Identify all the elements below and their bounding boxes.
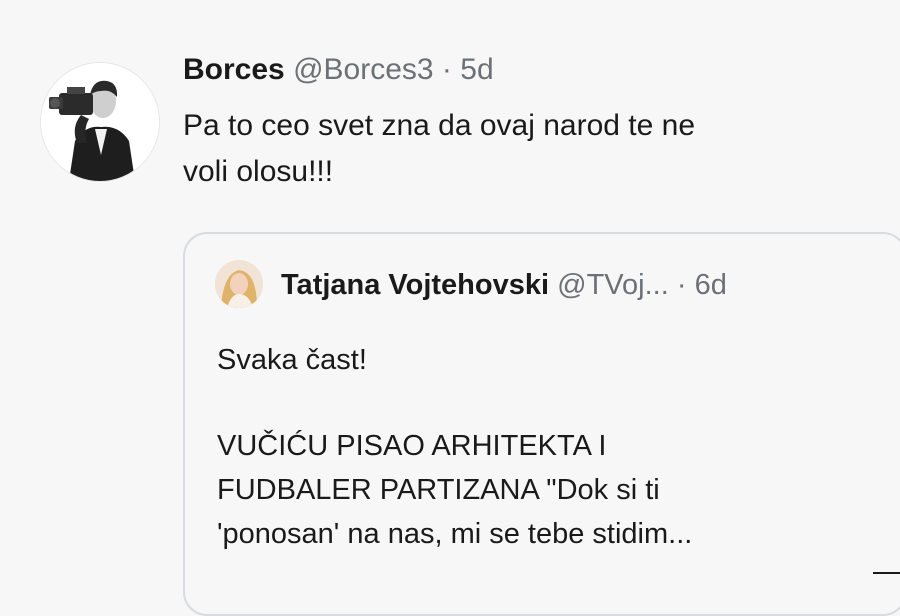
edge-divider (873, 572, 900, 574)
quoted-text-line: 'ponosan' na nas, mi se tebe stidim... (217, 518, 693, 550)
tweet[interactable]: Borces @Borces3 · 5d Pa to ceo svet zna … (0, 0, 900, 616)
quoted-text-line: FUDBALER PARTIZANA "Dok si ti (217, 474, 660, 506)
author-avatar[interactable] (40, 62, 160, 182)
quoted-greeting: Svaka čast! (217, 344, 367, 376)
quoted-tweet-header: Tatjana Vojtehovski @TVoj... · 6d (281, 266, 727, 304)
separator-dot: · (441, 53, 452, 86)
quoted-author-name[interactable]: Tatjana Vojtehovski (281, 269, 549, 301)
man-with-camera-avatar-icon (41, 63, 159, 181)
quoted-author-avatar[interactable] (215, 260, 263, 308)
woman-portrait-avatar-icon (215, 260, 263, 308)
tweet-header: Borces @Borces3 · 5d (183, 50, 494, 90)
quoted-tweet-card[interactable]: Tatjana Vojtehovski @TVoj... · 6d Svaka … (183, 232, 900, 616)
quoted-text-line: VUČIĆU PISAO ARHITEKTA I (217, 430, 607, 462)
tweet-text-line: voli olosu!!! (183, 155, 334, 188)
author-name[interactable]: Borces (183, 53, 285, 86)
tweet-time[interactable]: 5d (460, 53, 493, 86)
quoted-tweet-time[interactable]: 6d (695, 269, 727, 301)
separator-dot: · (676, 269, 687, 301)
quoted-tweet-text: Svaka čast! VUČIĆU PISAO ARHITEKTA I FUD… (217, 338, 887, 556)
tweet-text: Pa to ceo svet zna da ovaj narod te ne v… (183, 103, 873, 195)
author-handle[interactable]: @Borces3 (293, 53, 434, 86)
tweet-text-line: Pa to ceo svet zna da ovaj narod te ne (183, 109, 696, 142)
quoted-author-handle[interactable]: @TVoj... (557, 269, 669, 301)
